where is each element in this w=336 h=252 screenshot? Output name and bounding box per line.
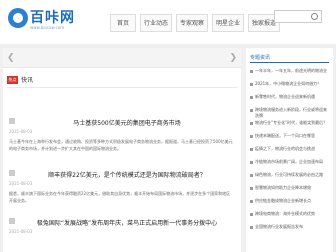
sidebar-title: 专题资讯 <box>250 55 271 61</box>
bullet-icon <box>250 200 253 203</box>
bullet-icon <box>250 226 253 229</box>
search-icon[interactable] <box>311 13 318 20</box>
article-date: 2021-08-03 <box>9 181 33 186</box>
article-item: 极兔国际“发展战略”发布周年庆，菜鸟正式启用新一代事务分拨中心 2021-08-… <box>9 218 237 248</box>
search-input[interactable] <box>274 10 322 23</box>
bullet-icon <box>250 122 253 125</box>
article-item: 马士基获500亿美元的集团电子商务市场 2021-08-03 马士基今年在上海举… <box>9 118 237 162</box>
chevron-left-icon[interactable]: ❮ <box>7 53 15 63</box>
bullet-icon <box>250 96 253 99</box>
bullet-icon <box>250 174 253 177</box>
thumbnail-icon <box>9 218 15 224</box>
article-date: 2021-08-03 <box>9 129 33 134</box>
logo-subtitle: www.baicaw.com <box>30 25 65 30</box>
bullet-icon <box>250 148 253 151</box>
nav-item-home[interactable]: 首页 <box>110 14 136 32</box>
site-header: 百咔网 www.baicaw.com 首页 行业动态 专家观察 明星企业 独家报… <box>0 0 336 44</box>
bullet-icon <box>250 109 253 112</box>
thumbnail-icon <box>9 118 15 124</box>
logo-icon <box>8 8 28 28</box>
bullet-icon <box>250 161 253 164</box>
chevron-right-icon[interactable]: ❯ <box>229 53 237 63</box>
nav-item-expert[interactable]: 专家观察 <box>176 14 208 32</box>
bullet-icon <box>250 213 253 216</box>
bullet-icon <box>250 83 253 86</box>
article-title[interactable]: 顺丰获得22亿美元，是个传统模式还是为国际物流破局者？ <box>17 170 237 179</box>
sidebar-divider <box>250 62 329 63</box>
logo-text: 百咔网 <box>30 10 75 26</box>
nav-item-news[interactable]: 行业动态 <box>140 14 172 32</box>
sidebar: 专题资讯 一年半年，一年五年，前途光明的物流业 2021年，中小微物流企业如何借… <box>246 48 333 252</box>
section-header: 热点 快讯 <box>7 74 237 88</box>
site-logo[interactable]: 百咔网 www.baicaw.com <box>8 6 74 38</box>
hot-badge: 热点 <box>7 76 18 84</box>
article-excerpt: 马士基今年在上海举行发布会，通过收购、投资等多种方式积极发展电子商务物流业务，据… <box>9 139 233 151</box>
thumbnail-icon <box>9 170 15 176</box>
banner-slider: ❮ ❯ <box>3 48 241 68</box>
section-title: 快讯 <box>21 77 34 84</box>
article-excerpt: 据悉，顺丰旗下国际业务在今年获得融资22亿美元，借助其自身优势，顺丰开始布局国际… <box>9 191 231 203</box>
nav-item-companies[interactable]: 明星企业 <box>212 14 244 32</box>
main-content: ❮ ❯ 热点 快讯 马士基获500亿美元的集团电子商务市场 2021-08-03… <box>3 48 241 252</box>
article-title[interactable]: 马士基获500亿美元的集团电子商务市场 <box>17 118 237 127</box>
bullet-icon <box>250 187 253 190</box>
bullet-icon <box>250 70 253 73</box>
article-item: 顺丰获得22亿美元，是个传统模式还是为国际物流破局者？ 2021-08-03 据… <box>9 170 237 214</box>
bullet-icon <box>250 135 253 138</box>
article-title[interactable]: 极兔国际“发展战略”发布周年庆，菜鸟正式启用新一代事务分拨中心 <box>17 218 237 227</box>
article-date: 2021-08-03 <box>9 229 33 234</box>
